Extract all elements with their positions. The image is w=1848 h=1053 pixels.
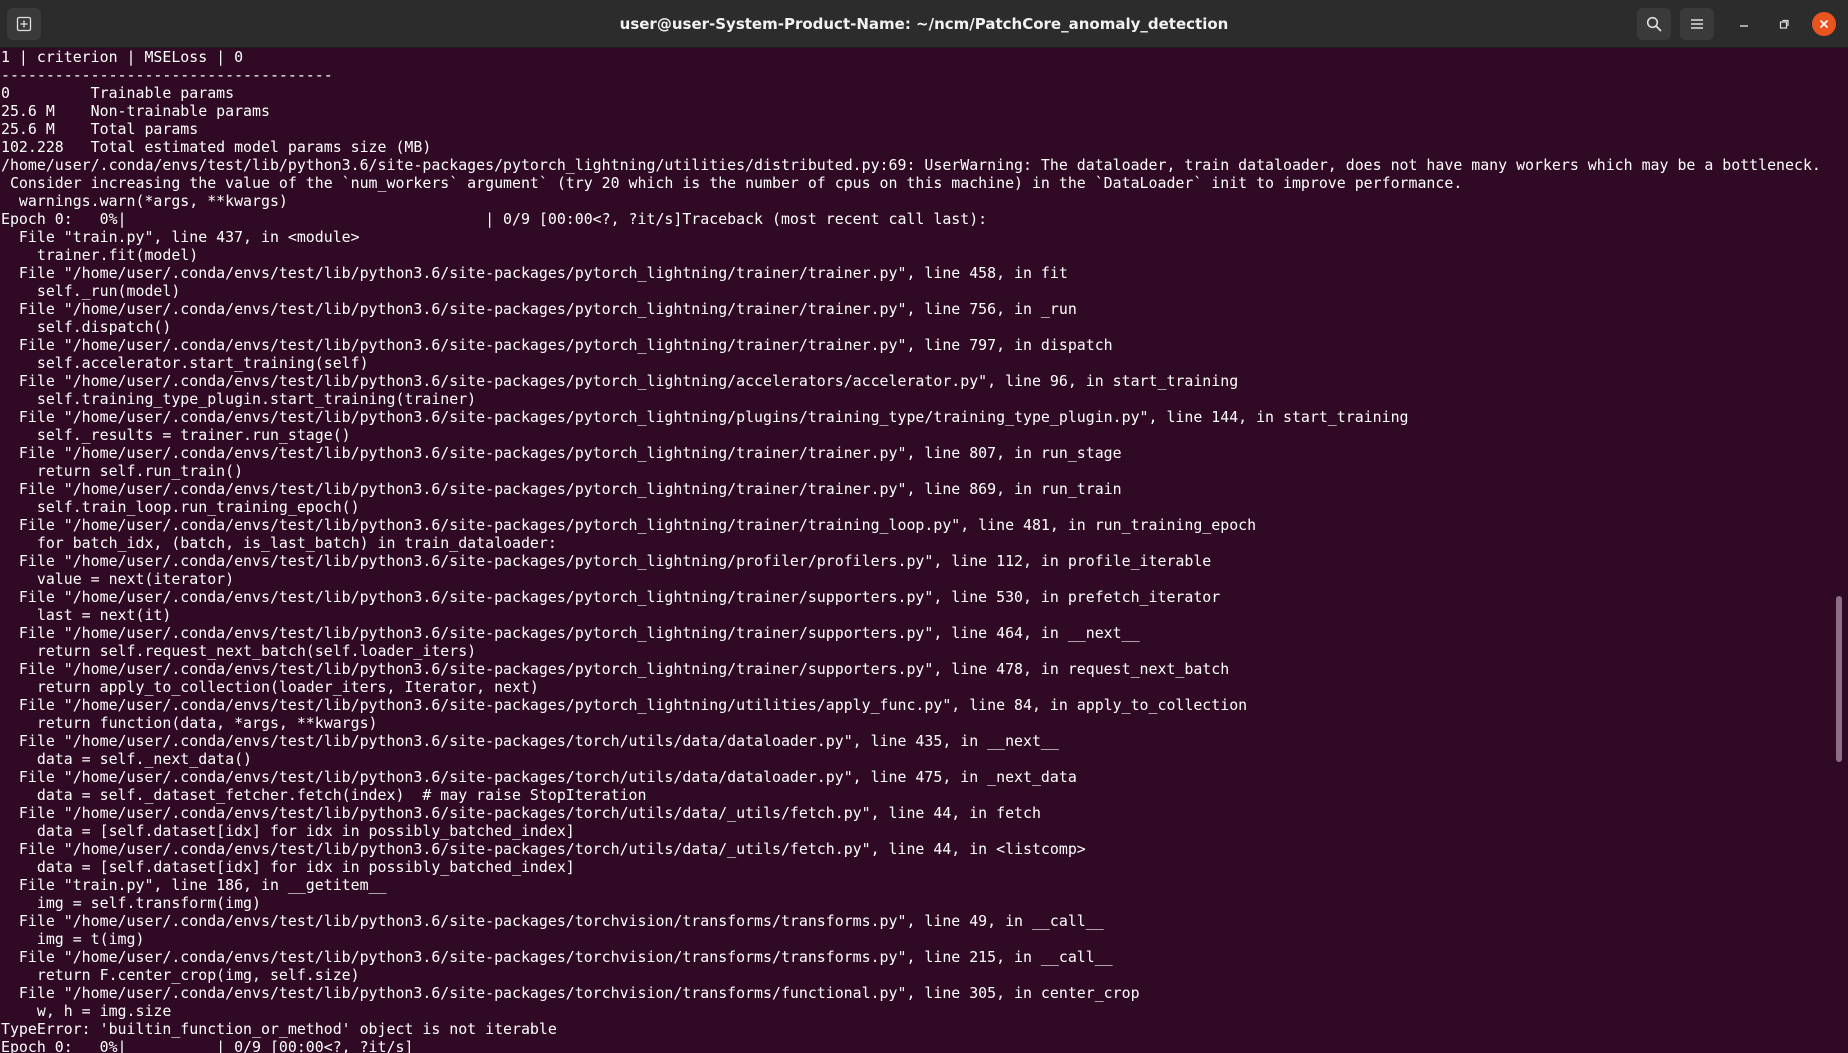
terminal-line: /home/user/.conda/envs/test/lib/python3.…: [1, 156, 1821, 174]
terminal-line: File "/home/user/.conda/envs/test/lib/py…: [1, 696, 1248, 714]
terminal-line: return self.run_train(): [1, 462, 244, 480]
terminal-line: File "/home/user/.conda/envs/test/lib/py…: [1, 768, 1077, 786]
terminal-line: -------------------------------------: [1, 66, 333, 84]
terminal-line: data = [self.dataset[idx] for idx in pos…: [1, 858, 575, 876]
terminal-line: File "train.py", line 437, in <module>: [1, 228, 360, 246]
terminal-line: 25.6 M Non-trainable params: [1, 102, 270, 120]
terminal-line: 102.228 Total estimated model params siz…: [1, 138, 432, 156]
close-icon: [1820, 20, 1828, 28]
terminal-line: File "train.py", line 186, in __getitem_…: [1, 876, 387, 894]
menu-button[interactable]: [1680, 8, 1714, 40]
terminal-line: 0 Trainable params: [1, 84, 235, 102]
terminal-line: return apply_to_collection(loader_iters,…: [1, 678, 539, 696]
terminal-line: self.train_loop.run_training_epoch(): [1, 498, 360, 516]
terminal-line: self.dispatch(): [1, 318, 172, 336]
terminal-line: Epoch 0: 0%| | 0/9 [00:00<?, ?it/s]: [1, 1038, 414, 1053]
terminal-line: File "/home/user/.conda/envs/test/lib/py…: [1, 444, 1122, 462]
close-button[interactable]: [1812, 12, 1836, 36]
maximize-button[interactable]: [1772, 12, 1796, 36]
terminal-line: for batch_idx, (batch, is_last_batch) in…: [1, 534, 557, 552]
terminal-line: data = [self.dataset[idx] for idx in pos…: [1, 822, 575, 840]
terminal-line: File "/home/user/.conda/envs/test/lib/py…: [1, 372, 1239, 390]
terminal-line: File "/home/user/.conda/envs/test/lib/py…: [1, 336, 1113, 354]
terminal-line: TypeError: 'builtin_function_or_method' …: [1, 1020, 557, 1038]
terminal-line: File "/home/user/.conda/envs/test/lib/py…: [1, 732, 1059, 750]
terminal-line: value = next(iterator): [1, 570, 235, 588]
terminal-line: File "/home/user/.conda/envs/test/lib/py…: [1, 264, 1068, 282]
terminal-line: File "/home/user/.conda/envs/test/lib/py…: [1, 912, 1104, 930]
minimize-button[interactable]: [1732, 12, 1756, 36]
terminal-output[interactable]: 1 | criterion | MSELoss | 0 -------------…: [0, 48, 1838, 1053]
terminal-line: File "/home/user/.conda/envs/test/lib/py…: [1, 552, 1212, 570]
terminal-window: user@user-System-Product-Name: ~/ncm/Pat…: [0, 0, 1848, 1053]
terminal-scrollbar[interactable]: [1836, 596, 1842, 762]
terminal-line: File "/home/user/.conda/envs/test/lib/py…: [1, 408, 1409, 426]
terminal-line: Epoch 0: 0%| | 0/9 [00:00<?, ?it/s]Trace…: [1, 210, 988, 228]
terminal-line: Consider increasing the value of the `nu…: [1, 174, 1463, 192]
terminal-line: 1 | criterion | MSELoss | 0: [1, 48, 244, 66]
search-button[interactable]: [1637, 8, 1671, 40]
terminal-line: 25.6 M Total params: [1, 120, 199, 138]
terminal-line: File "/home/user/.conda/envs/test/lib/py…: [1, 300, 1077, 318]
terminal-line: File "/home/user/.conda/envs/test/lib/py…: [1, 660, 1230, 678]
terminal-line: File "/home/user/.conda/envs/test/lib/py…: [1, 984, 1140, 1002]
terminal-line: File "/home/user/.conda/envs/test/lib/py…: [1, 804, 1041, 822]
search-icon: [1646, 16, 1662, 32]
title-bar[interactable]: user@user-System-Product-Name: ~/ncm/Pat…: [0, 0, 1848, 48]
terminal-line: File "/home/user/.conda/envs/test/lib/py…: [1, 480, 1122, 498]
terminal-line: data = self._next_data(): [1, 750, 253, 768]
new-tab-button[interactable]: [7, 8, 41, 40]
terminal-line: self._run(model): [1, 282, 181, 300]
minimize-icon: [1740, 25, 1748, 27]
terminal-line: File "/home/user/.conda/envs/test/lib/py…: [1, 624, 1140, 642]
terminal-line: return function(data, *args, **kwargs): [1, 714, 378, 732]
terminal-line: trainer.fit(model): [1, 246, 199, 264]
terminal-line: warnings.warn(*args, **kwargs): [1, 192, 288, 210]
terminal-line: return F.center_crop(img, self.size): [1, 966, 360, 984]
terminal-line: self.accelerator.start_training(self): [1, 354, 369, 372]
window-title: user@user-System-Product-Name: ~/ncm/Pat…: [619, 15, 1229, 33]
terminal-line: img = self.transform(img): [1, 894, 261, 912]
terminal-line: self._results = trainer.run_stage(): [1, 426, 351, 444]
new-tab-icon: [16, 16, 32, 32]
terminal-line: self.training_type_plugin.start_training…: [1, 390, 477, 408]
terminal-line: data = self._dataset_fetcher.fetch(index…: [1, 786, 647, 804]
terminal-line: File "/home/user/.conda/envs/test/lib/py…: [1, 948, 1113, 966]
terminal-line: File "/home/user/.conda/envs/test/lib/py…: [1, 840, 1086, 858]
terminal-line: File "/home/user/.conda/envs/test/lib/py…: [1, 588, 1221, 606]
terminal-line: last = next(it): [1, 606, 172, 624]
maximize-icon: [1779, 19, 1789, 29]
terminal-line: return self.request_next_batch(self.load…: [1, 642, 477, 660]
terminal-line: w, h = img.size: [1, 1002, 172, 1020]
terminal-line: img = t(img): [1, 930, 145, 948]
terminal-line: File "/home/user/.conda/envs/test/lib/py…: [1, 516, 1257, 534]
hamburger-menu-icon: [1691, 19, 1703, 29]
